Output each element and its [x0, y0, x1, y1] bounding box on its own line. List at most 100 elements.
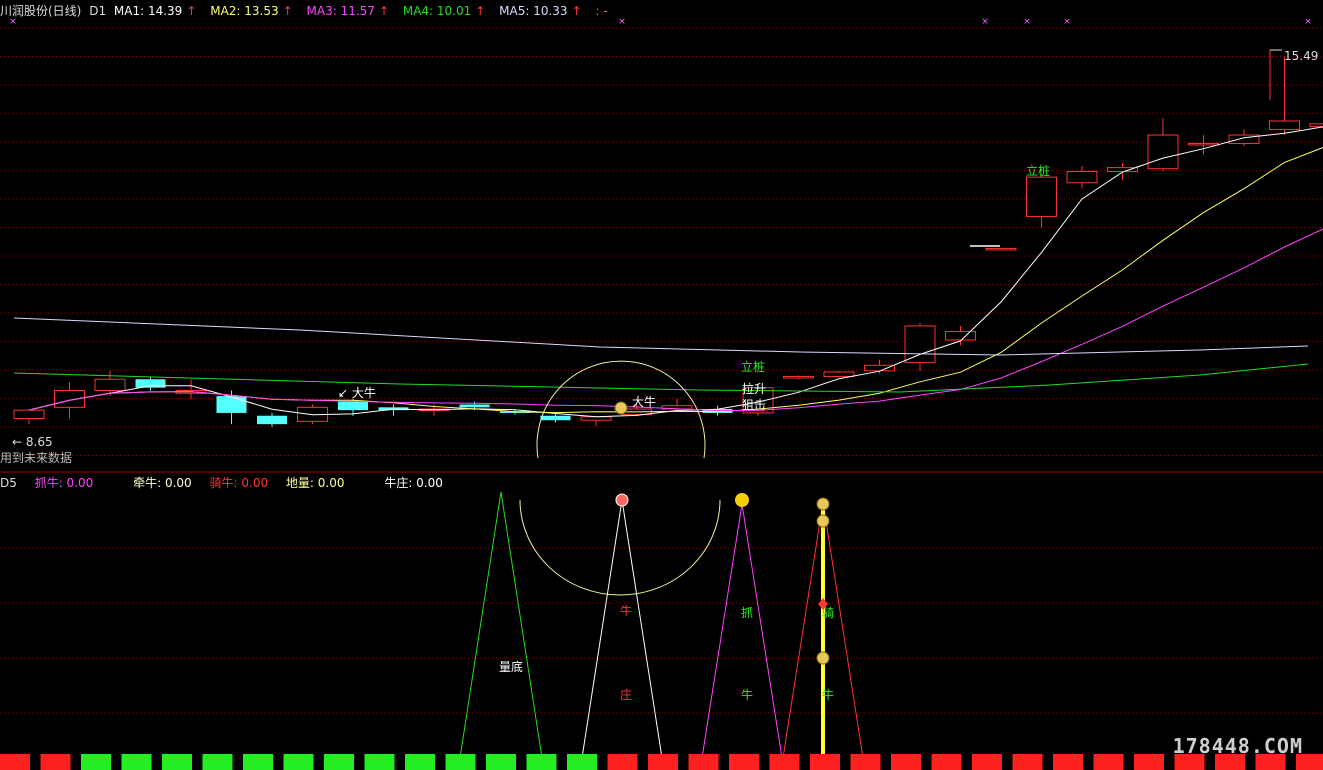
money-bag-icon — [816, 651, 830, 665]
ma5-line — [13, 317, 1309, 356]
volume-block — [648, 754, 678, 770]
volume-block — [243, 754, 273, 770]
candle-body — [945, 331, 976, 341]
marker-x-icon: × — [1063, 17, 1071, 27]
volume-block — [324, 754, 354, 770]
label-niu-red: 牛 — [620, 604, 633, 618]
kline-chart[interactable]: × × × × × × — [0, 0, 1323, 770]
candle-body — [1066, 171, 1098, 184]
candle-body — [1269, 120, 1300, 130]
candle-body — [1147, 134, 1179, 170]
candle-body — [94, 378, 126, 391]
volume-block — [931, 754, 962, 770]
high-price-label: 15.49 — [1284, 49, 1319, 63]
extra-value: : - — [595, 4, 608, 18]
candle-body — [1309, 123, 1323, 128]
volume-block — [810, 754, 840, 770]
money-bag-icon — [614, 401, 628, 415]
ma5-value: MA5: 10.33 — [499, 4, 568, 18]
annotation-li-zhuang: 立桩 — [741, 360, 766, 374]
annotation-da-niu-2: 大牛 — [632, 395, 657, 409]
volume-block — [445, 754, 476, 770]
up-arrow-icon: ↑ — [186, 4, 197, 18]
volume-block — [1093, 754, 1124, 770]
di-liang-value: 地量: 0.00 — [285, 476, 345, 490]
candle-body — [783, 375, 814, 379]
volume-block — [688, 754, 719, 770]
volume-block — [202, 754, 233, 770]
ma2-value: MA2: 13.53 — [210, 4, 279, 18]
low-price-value: 8.65 — [25, 435, 53, 449]
watermark-logo: 178448.COM — [1172, 734, 1303, 758]
marker-x-icon: × — [618, 17, 626, 27]
header-bar: 川润股份(日线) D1 MA1: 14.39 ↑ MA2: 13.53 ↑ MA3:… — [0, 2, 612, 19]
candle-body — [540, 415, 571, 421]
volume-block — [769, 754, 800, 770]
label-zhuang: 庄 — [620, 688, 633, 702]
label-zhua: 抓 — [741, 606, 754, 620]
volume-block — [283, 754, 314, 770]
candle-body — [216, 396, 247, 413]
qian-niu-value: 牵牛: 0.00 — [133, 476, 192, 490]
candle-body — [459, 404, 490, 408]
up-arrow-icon: ↑ — [571, 4, 582, 18]
qi-niu-value: 骑牛: 0.00 — [209, 476, 269, 490]
signal-triangle-liangdi — [459, 491, 543, 759]
ma3-line — [28, 228, 1323, 412]
signal-triangle-zhuaniu — [701, 503, 783, 759]
candle-body — [1026, 176, 1057, 217]
label-qi: 骑 — [822, 606, 835, 620]
niu-zhuang-value: 牛庄: 0.00 — [384, 476, 443, 490]
money-bag-icon — [816, 497, 830, 511]
ma4-value: MA4: 10.01 — [402, 4, 472, 18]
annotation-da-niu-text: 大牛 — [351, 386, 376, 400]
volume-block — [850, 754, 881, 770]
zhua-niu-value: 抓牛: 0.00 — [34, 476, 94, 490]
volume-block — [1053, 754, 1083, 770]
volume-block — [567, 754, 597, 770]
label-niu-green: 牛 — [741, 688, 754, 702]
volume-block — [121, 754, 152, 770]
annotation-ju-ji: 狙击 — [742, 398, 767, 412]
up-arrow-icon: ↑ — [378, 4, 390, 18]
candle-body — [1188, 142, 1219, 146]
candle-body — [904, 325, 936, 363]
volume-block — [162, 754, 192, 770]
candle-body — [257, 415, 287, 425]
label-liangdi: 量底 — [499, 660, 524, 674]
marker-x-icon: × — [1023, 17, 1031, 27]
stock-title: 川润股份(日线) — [0, 4, 82, 18]
indicator-bar: D5 抓牛: 0.00 牵牛: 0.00 骑牛: 0.00 地量: 0.00 牛… — [0, 474, 447, 491]
ma1-value: MA1: 14.39 — [113, 4, 183, 18]
volume-block — [1012, 754, 1043, 770]
volume-block — [607, 754, 638, 770]
candle-body — [580, 416, 612, 421]
volume-block — [526, 754, 557, 770]
volume-block — [364, 754, 395, 770]
volume-block — [972, 754, 1002, 770]
indicator-name: D5 — [0, 476, 17, 490]
candle-body — [135, 379, 166, 388]
volume-block — [40, 754, 71, 770]
candle-body — [864, 364, 895, 372]
ma3-value: MA3: 11.57 — [306, 4, 375, 18]
volume-block — [729, 754, 759, 770]
volume-block — [891, 754, 921, 770]
ma2-line — [28, 147, 1323, 414]
annotation-da-niu: ↙ 大牛 — [338, 386, 376, 400]
up-arrow-icon: ↑ — [475, 4, 486, 18]
candle-body — [985, 247, 1017, 251]
candle-body — [823, 371, 855, 377]
label-niu-green-2: 牛 — [822, 688, 835, 702]
annotation-li-zhuang-2: 立桩 — [1026, 164, 1051, 178]
up-arrow-icon: ↑ — [282, 4, 293, 18]
volume-block — [1134, 754, 1164, 770]
red-ball-icon — [615, 493, 629, 507]
signal-triangle-niuzhuang — [581, 499, 663, 759]
annotation-la-sheng: 拉升 — [742, 382, 767, 396]
period-label: D1 — [89, 4, 107, 18]
money-bag-icon — [816, 514, 830, 528]
marker-x-icon: × — [981, 17, 989, 27]
volume-block — [405, 754, 435, 770]
smiley-icon — [735, 493, 749, 507]
